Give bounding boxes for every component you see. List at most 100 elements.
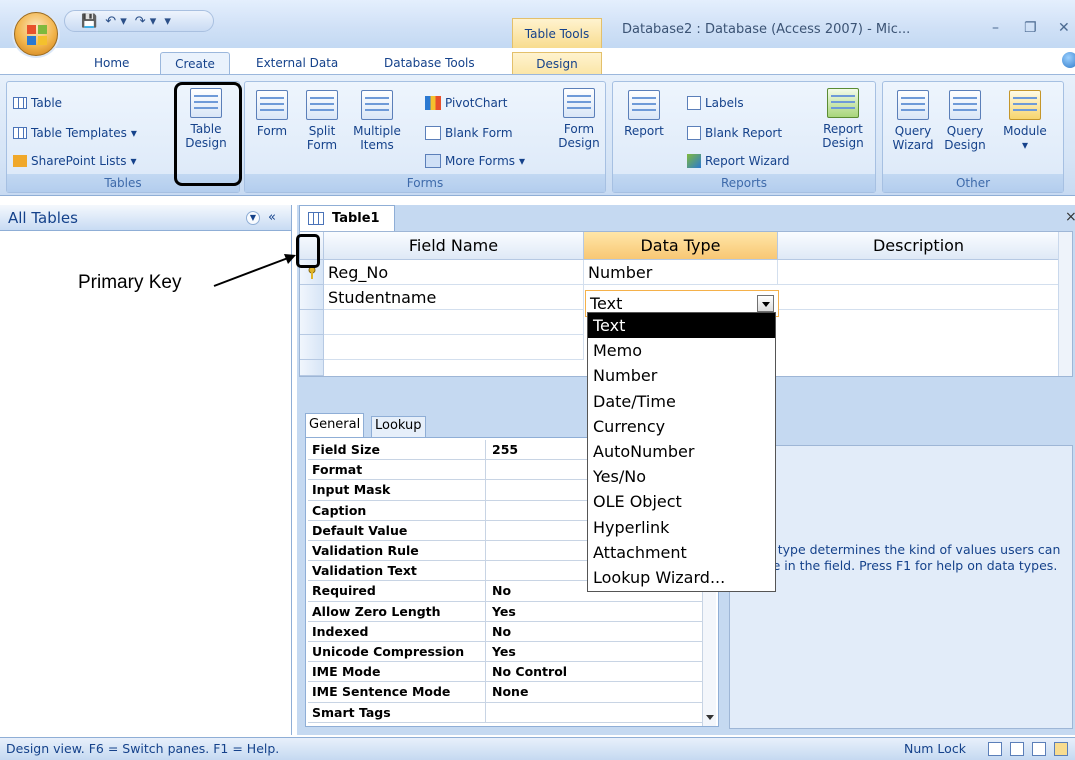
row-selector[interactable] <box>300 335 324 360</box>
property-value[interactable]: No Control <box>492 662 567 682</box>
dropdown-option[interactable]: Text <box>588 313 775 339</box>
field-name-cell[interactable] <box>324 335 584 360</box>
property-row[interactable]: IME Sentence Mode None <box>308 682 702 703</box>
query-wizard-button[interactable]: Query Wizard <box>889 90 937 152</box>
blank-form-label: Blank Form <box>445 126 513 140</box>
split-form-button[interactable]: Split Form <box>301 90 343 152</box>
labels-button[interactable]: Labels <box>687 96 744 110</box>
dropdown-option[interactable]: Memo <box>588 338 775 363</box>
property-value[interactable]: Yes <box>492 642 516 662</box>
table-templates-button[interactable]: Table Templates ▾ <box>13 126 137 140</box>
multiple-items-icon <box>361 90 393 120</box>
redo-icon[interactable]: ↷ ▾ <box>135 14 157 29</box>
tab-general[interactable]: General <box>305 413 365 437</box>
property-value[interactable]: No <box>492 622 511 642</box>
tab-create[interactable]: Create <box>160 52 230 74</box>
blank-report-label: Blank Report <box>705 126 783 140</box>
office-button[interactable] <box>14 12 58 56</box>
tab-home[interactable]: Home <box>90 52 133 74</box>
property-row[interactable]: Allow Zero Length Yes <box>308 601 702 622</box>
row-selector[interactable] <box>300 360 324 376</box>
nav-header[interactable]: All Tables ▼ « <box>0 205 291 231</box>
column-header-data-type[interactable]: Data Type <box>584 232 778 260</box>
property-name: Validation Text <box>312 561 486 582</box>
dropdown-option[interactable]: Date/Time <box>588 389 775 414</box>
query-design-button[interactable]: Query Design <box>941 90 989 152</box>
dropdown-option[interactable]: Number <box>588 363 775 388</box>
pivotchart-button[interactable]: PivotChart <box>425 96 507 110</box>
more-forms-button[interactable]: More Forms ▾ <box>425 154 525 168</box>
query-design-icon <box>949 90 981 120</box>
field-name-cell[interactable]: Studentname <box>324 285 584 310</box>
property-row[interactable]: IME Mode No Control <box>308 662 702 683</box>
report-wizard-button[interactable]: Report Wizard <box>687 154 790 168</box>
field-name-cell[interactable] <box>324 310 584 335</box>
blank-report-button[interactable]: Blank Report <box>687 126 782 140</box>
column-header-description[interactable]: Description <box>778 232 1060 260</box>
table-button[interactable]: Table <box>13 96 62 110</box>
dropdown-option[interactable]: AutoNumber <box>588 439 775 464</box>
customize-qat-icon[interactable]: ▾ <box>164 14 171 29</box>
tab-lookup[interactable]: Lookup <box>371 416 426 437</box>
doc-close-icon[interactable]: × <box>1065 209 1075 225</box>
column-header-field-name[interactable]: Field Name <box>324 232 584 260</box>
report-design-button[interactable]: Report Design <box>817 88 869 150</box>
property-value[interactable]: No <box>492 581 511 601</box>
property-row[interactable]: Smart Tags <box>308 702 702 723</box>
report-button[interactable]: Report <box>619 90 669 138</box>
grid-scrollbar[interactable] <box>1058 232 1072 376</box>
property-name: Input Mask <box>312 480 486 501</box>
data-type-dropdown[interactable]: Text Memo Number Date/Time Currency AutoNumbe… <box>587 312 776 592</box>
maximize-icon[interactable]: ❐ <box>1024 20 1037 36</box>
minimize-icon[interactable]: – <box>992 20 999 36</box>
blank-report-icon <box>687 126 701 140</box>
row-selector[interactable] <box>300 310 324 335</box>
doc-tab-table1[interactable]: Table1 <box>299 205 395 231</box>
description-cell[interactable] <box>778 260 1060 285</box>
multiple-items-button[interactable]: Multiple Items <box>349 90 405 152</box>
dropdown-option[interactable]: OLE Object <box>588 489 775 514</box>
property-value[interactable]: Yes <box>492 602 516 622</box>
undo-icon[interactable]: ↶ ▾ <box>105 14 127 29</box>
report-icon <box>628 90 660 120</box>
nav-menu-chevron-icon[interactable]: ▼ <box>246 211 260 225</box>
blank-form-button[interactable]: Blank Form <box>425 126 513 140</box>
data-type-cell[interactable]: Number <box>584 260 778 285</box>
property-value[interactable]: None <box>492 682 528 702</box>
property-value[interactable]: 255 <box>492 440 518 460</box>
dropdown-option[interactable]: Attachment <box>588 540 775 565</box>
tab-database-tools[interactable]: Database Tools <box>380 52 479 74</box>
dropdown-option[interactable]: Currency <box>588 414 775 439</box>
sharepoint-lists-button[interactable]: SharePoint Lists ▾ <box>13 154 137 168</box>
dropdown-option[interactable]: Lookup Wizard... <box>588 565 775 590</box>
property-row[interactable]: Unicode Compression Yes <box>308 642 702 663</box>
property-name: Caption <box>312 500 486 521</box>
nav-collapse-icon[interactable]: « <box>268 205 276 231</box>
field-name-cell[interactable]: Reg_No <box>324 260 584 285</box>
design-view-icon[interactable] <box>1054 742 1068 756</box>
datasheet-view-icon[interactable] <box>988 742 1002 756</box>
scroll-down-icon[interactable] <box>706 715 714 720</box>
property-row[interactable]: Indexed No <box>308 621 702 642</box>
pivotchart-view-icon[interactable] <box>1032 742 1046 756</box>
primary-key-annotation: Primary Key <box>78 272 182 293</box>
help-icon[interactable] <box>1062 52 1075 68</box>
module-button[interactable]: Module ▾ <box>995 90 1055 152</box>
form-button[interactable]: Form <box>251 90 293 138</box>
close-icon[interactable]: ✕ <box>1058 20 1070 36</box>
form-design-button[interactable]: Form Design <box>557 88 601 150</box>
save-icon[interactable]: 💾 <box>81 14 97 29</box>
split-form-label-2: Form <box>306 138 338 152</box>
tab-external-data[interactable]: External Data <box>252 52 342 74</box>
tab-design[interactable]: Design <box>512 52 602 74</box>
query-design-label-1: Query <box>946 124 984 138</box>
description-cell[interactable] <box>778 285 1060 310</box>
row-selector[interactable] <box>300 285 324 310</box>
dropdown-option[interactable]: Hyperlink <box>588 515 775 540</box>
dropdown-option[interactable]: Yes/No <box>588 464 775 489</box>
pivottable-view-icon[interactable] <box>1010 742 1024 756</box>
office-logo-icon <box>27 25 47 45</box>
chevron-down-icon[interactable] <box>757 295 774 312</box>
property-name: Validation Rule <box>312 541 486 561</box>
chevron-down-icon: ▾ <box>1021 138 1029 152</box>
